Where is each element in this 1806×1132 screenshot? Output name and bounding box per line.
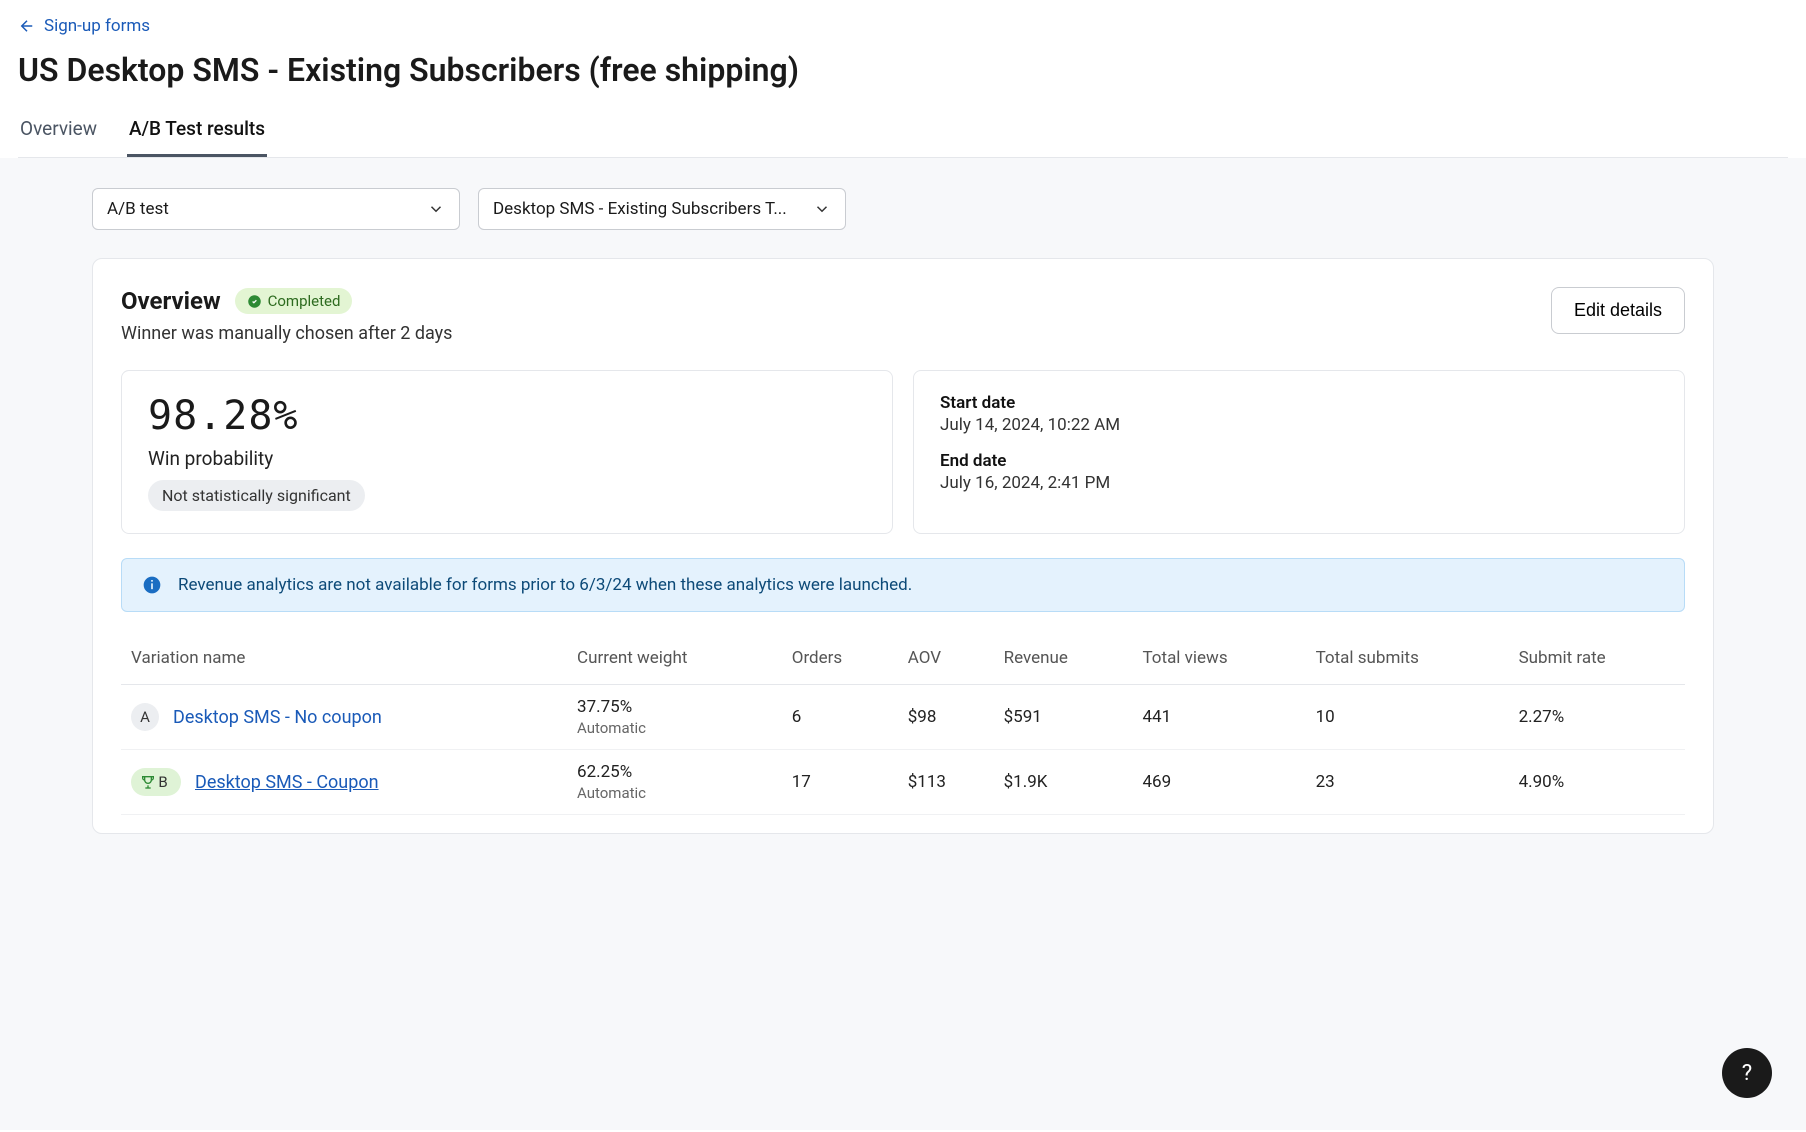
variations-table: Variation name Current weight Orders AOV… xyxy=(121,632,1685,815)
breadcrumb-signup-forms[interactable]: Sign-up forms xyxy=(18,16,150,36)
views-value: 469 xyxy=(1132,750,1305,815)
dates-box: Start date July 14, 2024, 10:22 AM End d… xyxy=(913,370,1685,534)
th-orders: Orders xyxy=(782,632,898,685)
weight-mode: Automatic xyxy=(577,719,772,737)
overview-card: Overview Completed Winner was manually c… xyxy=(92,258,1714,834)
revenue-value: $591 xyxy=(994,685,1133,750)
weight-value: 62.25% xyxy=(577,762,772,782)
tab-overview[interactable]: Overview xyxy=(18,107,99,157)
info-banner: Revenue analytics are not available for … xyxy=(121,558,1685,612)
th-weight: Current weight xyxy=(567,632,782,685)
weight-mode: Automatic xyxy=(577,784,772,802)
significance-badge: Not statistically significant xyxy=(148,480,365,511)
submits-value: 10 xyxy=(1306,685,1509,750)
submits-value: 23 xyxy=(1306,750,1509,815)
start-date-value: July 14, 2024, 10:22 AM xyxy=(940,415,1658,435)
variation-link-coupon[interactable]: Desktop SMS - Coupon xyxy=(195,772,379,793)
aov-value: $98 xyxy=(898,685,994,750)
tabs: Overview A/B Test results xyxy=(18,107,1788,158)
start-date-label: Start date xyxy=(940,393,1658,413)
views-value: 441 xyxy=(1132,685,1305,750)
info-banner-text: Revenue analytics are not available for … xyxy=(178,575,912,595)
edit-details-button[interactable]: Edit details xyxy=(1551,287,1685,334)
th-aov: AOV xyxy=(898,632,994,685)
submit-rate-value: 2.27% xyxy=(1509,685,1685,750)
variation-badge-b-winner: B xyxy=(131,768,181,796)
revenue-value: $1.9K xyxy=(994,750,1133,815)
info-icon xyxy=(142,575,162,595)
tab-ab-test-results[interactable]: A/B Test results xyxy=(127,107,267,157)
arrow-left-icon xyxy=(18,17,36,35)
select-test-type[interactable]: A/B test xyxy=(92,188,460,230)
win-probability-value: 98.28% xyxy=(148,393,866,439)
th-variation: Variation name xyxy=(121,632,567,685)
orders-value: 17 xyxy=(782,750,898,815)
overview-title: Overview xyxy=(121,287,221,315)
overview-subtitle: Winner was manually chosen after 2 days xyxy=(121,323,452,344)
help-button[interactable]: ? xyxy=(1722,1048,1772,1098)
orders-value: 6 xyxy=(782,685,898,750)
check-circle-icon xyxy=(247,294,262,309)
table-row: A Desktop SMS - No coupon 37.75% Automat… xyxy=(121,685,1685,750)
status-badge-completed: Completed xyxy=(235,288,353,314)
chevron-down-icon xyxy=(813,200,831,218)
select-test-name-value: Desktop SMS - Existing Subscribers T... xyxy=(493,199,787,219)
end-date-label: End date xyxy=(940,451,1658,471)
win-probability-box: 98.28% Win probability Not statistically… xyxy=(121,370,893,534)
help-icon: ? xyxy=(1742,1061,1752,1086)
table-row: B Desktop SMS - Coupon 62.25% Automatic … xyxy=(121,750,1685,815)
variation-badge-a: A xyxy=(131,703,159,731)
end-date-value: July 16, 2024, 2:41 PM xyxy=(940,473,1658,493)
variation-link-no-coupon[interactable]: Desktop SMS - No coupon xyxy=(173,707,382,728)
chevron-down-icon xyxy=(427,200,445,218)
trophy-icon xyxy=(140,774,156,790)
win-probability-label: Win probability xyxy=(148,447,866,470)
th-submits: Total submits xyxy=(1306,632,1509,685)
submit-rate-value: 4.90% xyxy=(1509,750,1685,815)
th-views: Total views xyxy=(1132,632,1305,685)
select-test-name[interactable]: Desktop SMS - Existing Subscribers T... xyxy=(478,188,846,230)
weight-value: 37.75% xyxy=(577,697,772,717)
aov-value: $113 xyxy=(898,750,994,815)
breadcrumb-label: Sign-up forms xyxy=(44,16,150,36)
th-submit-rate: Submit rate xyxy=(1509,632,1685,685)
status-text: Completed xyxy=(268,292,341,310)
page-title: US Desktop SMS - Existing Subscribers (f… xyxy=(18,51,1788,89)
select-test-type-value: A/B test xyxy=(107,199,169,219)
th-revenue: Revenue xyxy=(994,632,1133,685)
